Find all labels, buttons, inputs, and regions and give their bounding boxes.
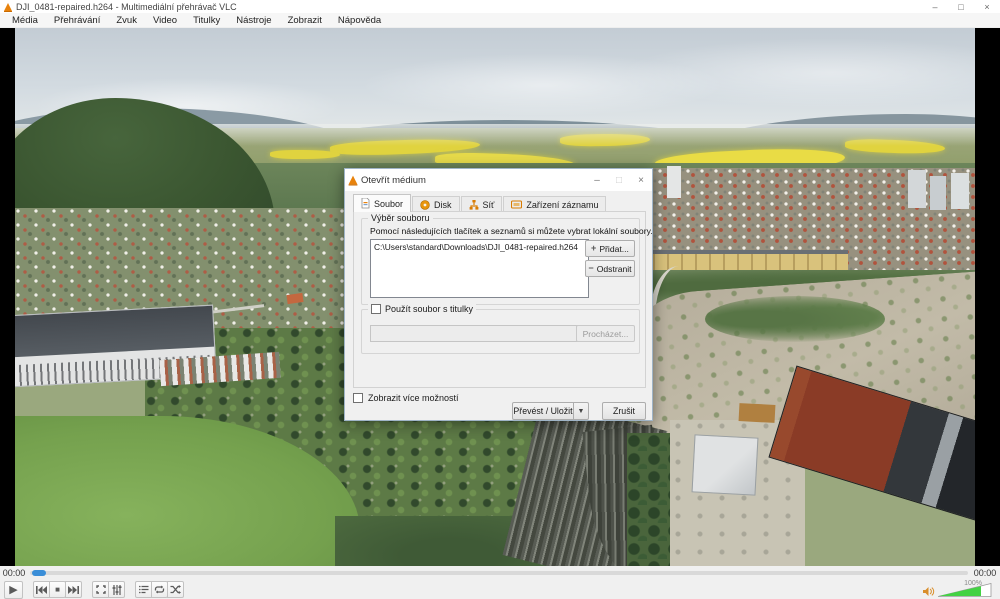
- disc-icon: [420, 200, 430, 210]
- stop-icon: ■: [55, 585, 60, 594]
- transport-controls: ▶ ■ 100%: [0, 580, 1000, 599]
- menu-bar: Média Přehrávání Zvuk Video Titulky Nást…: [0, 13, 1000, 28]
- tab-panel-file: Výběr souboru Pomocí následujících tlačí…: [353, 211, 646, 388]
- window-title: DJI_0481-repaired.h264 - Multimediální p…: [16, 2, 922, 12]
- show-more-options-row[interactable]: Zobrazit více možností: [353, 393, 459, 403]
- tab-file[interactable]: Soubor: [353, 194, 411, 212]
- stop-button[interactable]: ■: [49, 581, 66, 598]
- tab-capture[interactable]: Zařízení záznamu: [503, 196, 606, 212]
- file-selection-legend: Výběr souboru: [368, 213, 433, 223]
- subtitle-group: Použít soubor s titulky Procházet...: [361, 309, 640, 354]
- network-icon: [469, 200, 479, 210]
- menu-help[interactable]: Nápověda: [330, 13, 389, 28]
- plus-icon: +: [591, 244, 596, 253]
- minus-icon: −: [588, 264, 593, 273]
- tab-network[interactable]: Síť: [461, 196, 503, 212]
- tab-disc-label: Disk: [434, 200, 452, 210]
- menu-tools[interactable]: Nástroje: [228, 13, 279, 28]
- window-titlebar[interactable]: DJI_0481-repaired.h264 - Multimediální p…: [0, 0, 1000, 13]
- next-icon: [68, 586, 79, 594]
- seek-row: 00:00 00:00: [0, 566, 1000, 580]
- subtitle-checkbox[interactable]: [371, 304, 381, 314]
- cancel-button[interactable]: Zrušit: [602, 402, 646, 420]
- file-icon: [361, 198, 370, 209]
- close-button[interactable]: ×: [974, 0, 1000, 13]
- vlc-cone-icon: [349, 176, 358, 185]
- convert-dropdown-arrow[interactable]: ▼: [574, 402, 589, 420]
- tab-file-label: Soubor: [374, 199, 403, 209]
- speaker-icon[interactable]: [923, 586, 935, 597]
- playlist-icon: [139, 585, 149, 594]
- dialog-tabs: Soubor Disk Síť Zařízení záznamu: [353, 194, 607, 212]
- tab-network-label: Síť: [483, 200, 495, 210]
- equalizer-icon: [112, 585, 122, 595]
- dialog-minimize-button[interactable]: –: [586, 169, 608, 191]
- scene-highrise: [930, 176, 946, 210]
- time-total: 00:00: [970, 568, 1000, 578]
- seek-handle[interactable]: [32, 570, 46, 576]
- playlist-button[interactable]: [135, 581, 152, 598]
- scene-highrise: [908, 170, 926, 208]
- remove-file-button[interactable]: − Odstranit: [585, 260, 635, 277]
- fullscreen-icon: [96, 585, 106, 594]
- scene-highrise: [951, 173, 969, 209]
- dialog-close-button[interactable]: ×: [630, 169, 652, 191]
- convert-save-button[interactable]: Převést / Uložit: [512, 402, 574, 420]
- browse-button: Procházet...: [576, 325, 635, 342]
- menu-media[interactable]: Média: [4, 13, 46, 28]
- seek-bar[interactable]: [30, 571, 968, 575]
- subtitle-path-input: [370, 325, 582, 342]
- fullscreen-button[interactable]: [92, 581, 109, 598]
- minimize-button[interactable]: –: [922, 0, 948, 13]
- volume-control: 100%: [923, 583, 996, 597]
- menu-audio[interactable]: Zvuk: [108, 13, 145, 28]
- random-button[interactable]: [167, 581, 184, 598]
- volume-percent: 100%: [964, 580, 982, 587]
- capture-device-icon: [511, 200, 522, 209]
- restore-button[interactable]: □: [948, 0, 974, 13]
- play-icon: ▶: [9, 583, 17, 596]
- scene-white-building: [692, 434, 759, 495]
- subtitle-checkbox-row[interactable]: Použít soubor s titulky: [368, 304, 476, 314]
- open-media-dialog: Otevřít médium – □ × Soubor Disk Síť: [344, 168, 653, 421]
- scene-bushes: [705, 296, 885, 342]
- tab-disc[interactable]: Disk: [412, 196, 460, 212]
- dialog-titlebar[interactable]: Otevřít médium – □ ×: [345, 169, 652, 191]
- menu-subtitles[interactable]: Titulky: [185, 13, 228, 28]
- scene-rapeseed-field: [270, 150, 340, 159]
- menu-video[interactable]: Video: [145, 13, 185, 28]
- extended-settings-button[interactable]: [108, 581, 125, 598]
- loop-button[interactable]: [151, 581, 168, 598]
- dialog-title: Otevřít médium: [361, 175, 426, 186]
- subtitle-checkbox-label: Použít soubor s titulky: [385, 304, 473, 314]
- dialog-footer-buttons: Převést / Uložit ▼ Zrušit: [512, 402, 646, 420]
- play-button[interactable]: ▶: [4, 581, 23, 599]
- tab-capture-label: Zařízení záznamu: [526, 200, 598, 210]
- add-file-button[interactable]: + Přidat...: [585, 240, 635, 257]
- scene-factory-roof: [15, 306, 214, 357]
- menu-playback[interactable]: Přehrávání: [46, 13, 108, 28]
- previous-icon: [36, 586, 47, 594]
- vlc-cone-icon: [4, 3, 12, 11]
- file-list-item[interactable]: C:\Users\standard\Downloads\DJI_0481-rep…: [371, 240, 588, 254]
- file-list[interactable]: C:\Users\standard\Downloads\DJI_0481-rep…: [370, 239, 589, 298]
- previous-button[interactable]: [33, 581, 50, 598]
- scene-tan-building: [739, 403, 776, 423]
- file-selection-hint: Pomocí následujících tlačítek a seznamů …: [370, 226, 653, 236]
- show-more-label: Zobrazit více možností: [368, 393, 459, 403]
- scene-tower: [667, 166, 681, 198]
- time-elapsed: 00:00: [0, 568, 28, 578]
- add-file-label: Přidat...: [599, 244, 629, 254]
- next-button[interactable]: [65, 581, 82, 598]
- file-selection-group: Výběr souboru Pomocí následujících tlačí…: [361, 218, 640, 305]
- shuffle-icon: [170, 585, 181, 594]
- menu-view[interactable]: Zobrazit: [280, 13, 330, 28]
- dialog-maximize-button: □: [608, 169, 630, 191]
- loop-icon: [154, 585, 165, 594]
- remove-file-label: Odstranit: [597, 264, 632, 274]
- show-more-checkbox[interactable]: [353, 393, 363, 403]
